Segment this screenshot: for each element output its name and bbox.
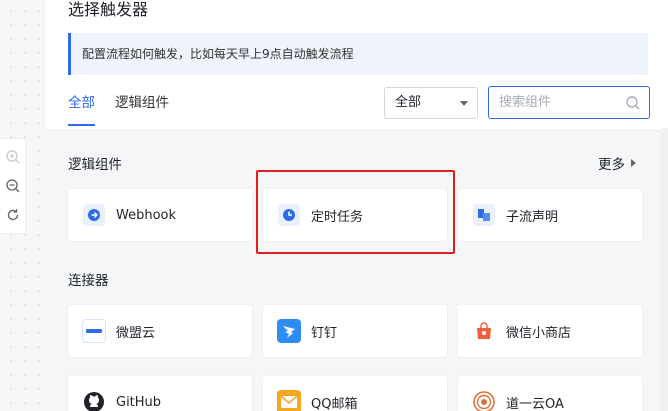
connector-card-qq-mail[interactable]: QQ邮箱 (263, 376, 447, 411)
search-icon[interactable] (625, 95, 641, 111)
card-label: 微信小商店 (506, 325, 572, 341)
trigger-selection-panel: 选择触发器 配置流程如何触发，比如每天早上9点自动触发流程 全部 逻辑组件 全部… (46, 0, 668, 411)
filter-select[interactable]: 全部 (384, 87, 478, 119)
webhook-icon (82, 203, 106, 227)
zoom-toolbar (0, 138, 26, 234)
card-label: 道一云OA (506, 396, 564, 411)
reset-zoom-icon[interactable] (4, 206, 22, 224)
component-list-area (46, 130, 668, 411)
connector-card-github[interactable]: GitHub (68, 376, 252, 411)
component-card-subflow[interactable]: 子流声明 (458, 189, 642, 241)
card-label: 定时任务 (311, 209, 364, 225)
daoyiyun-logo (472, 390, 496, 411)
scrollbar[interactable] (660, 128, 668, 411)
panel-title: 选择触发器 (68, 0, 149, 19)
timer-icon (277, 203, 301, 227)
github-logo (82, 390, 106, 411)
card-label: 钉钉 (311, 325, 338, 341)
more-link[interactable]: 更多 (598, 153, 636, 173)
chevron-down-icon (460, 101, 468, 106)
section-title-connectors: 连接器 (68, 273, 109, 289)
component-card-webhook[interactable]: Webhook (68, 189, 252, 241)
filter-select-value: 全部 (395, 95, 422, 110)
card-label: QQ邮箱 (311, 396, 358, 411)
more-label: 更多 (598, 157, 625, 173)
search-input[interactable] (489, 87, 619, 118)
caret-right-icon (631, 159, 636, 167)
section-title-logic: 逻辑组件 (68, 157, 122, 173)
connector-card-weimob[interactable]: 微盟云 (68, 305, 252, 357)
category-tabs: 全部 逻辑组件 (68, 92, 169, 126)
tab-logic-components[interactable]: 逻辑组件 (115, 92, 169, 126)
info-notice: 配置流程如何触发，比如每天早上9点自动触发流程 (68, 33, 648, 75)
dingtalk-logo (277, 319, 301, 343)
card-label: 微盟云 (116, 325, 156, 341)
wechat-shop-logo (472, 319, 496, 343)
zoom-in-icon[interactable] (4, 148, 22, 166)
connector-card-dingtalk[interactable]: 钉钉 (263, 305, 447, 357)
connector-card-daoyiyun-oa[interactable]: 道一云OA (458, 376, 642, 411)
search-box[interactable] (488, 86, 650, 119)
subflow-icon (472, 203, 496, 227)
zoom-out-icon[interactable] (4, 177, 22, 195)
component-card-scheduled-task[interactable]: 定时任务 (263, 189, 447, 241)
qq-mail-logo (277, 390, 301, 411)
tab-all[interactable]: 全部 (68, 92, 95, 126)
card-label: GitHub (116, 394, 162, 410)
connector-card-wechat-shop[interactable]: 微信小商店 (458, 305, 642, 357)
weimob-logo (82, 319, 106, 343)
card-label: 子流声明 (506, 209, 559, 225)
flow-canvas-background (0, 0, 46, 411)
card-label: Webhook (116, 207, 177, 223)
